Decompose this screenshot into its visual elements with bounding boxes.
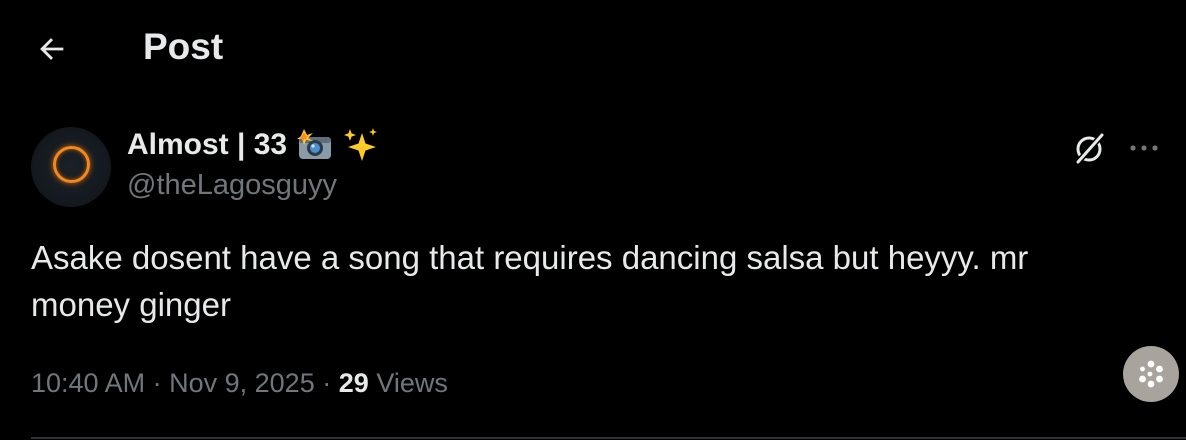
divider xyxy=(31,437,1186,439)
page-title: Post xyxy=(143,26,224,67)
avatar-ring-image xyxy=(53,146,90,183)
back-button[interactable] xyxy=(30,27,74,71)
avatar[interactable] xyxy=(31,127,111,207)
floating-action-button[interactable] xyxy=(1123,346,1179,402)
grok-icon xyxy=(1075,133,1105,164)
more-dots-icon xyxy=(1130,145,1158,151)
views-label: Views xyxy=(376,368,448,398)
meta-separator: · xyxy=(152,368,162,398)
author-display-name[interactable]: Almost | 33 xyxy=(127,126,287,164)
author-handle[interactable]: @theLagosguyy xyxy=(127,167,337,203)
views-count: 29 xyxy=(338,368,369,398)
post-meta: 10:40 AM · Nov 9, 2025 · 29 Views xyxy=(31,363,448,403)
post-text: Asake dosent have a song that requires d… xyxy=(31,239,1029,323)
header-bar: Post xyxy=(0,0,1186,96)
camera-flash-emoji-icon xyxy=(297,129,331,159)
post-date[interactable]: Nov 9, 2025 xyxy=(169,368,315,398)
dots-circle-icon xyxy=(1139,360,1163,388)
sparkles-emoji-icon xyxy=(344,128,377,161)
post-time[interactable]: 10:40 AM xyxy=(31,368,145,398)
grok-button[interactable] xyxy=(1070,128,1110,168)
arrow-left-icon xyxy=(40,38,64,60)
meta-separator: · xyxy=(322,368,332,398)
more-options-button[interactable] xyxy=(1124,128,1164,168)
